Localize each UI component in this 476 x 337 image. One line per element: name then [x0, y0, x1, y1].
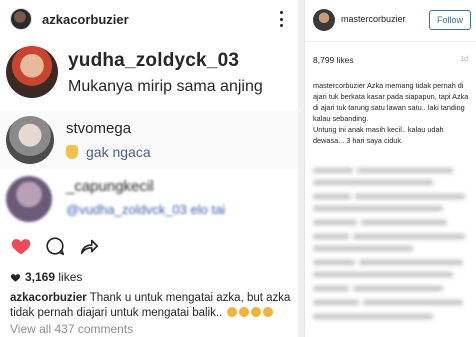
comment-text: gak ngaca: [66, 144, 151, 160]
post-image: yudha_zoldyck_03 Mukanya mirip sama anji…: [0, 38, 298, 228]
heart-icon[interactable]: [10, 235, 32, 257]
poster-avatar[interactable]: [10, 8, 32, 30]
caption-username[interactable]: azkacorbuzier: [10, 292, 87, 304]
poster-username[interactable]: mastercorbuzier: [341, 14, 406, 24]
commenter-name: stvomega: [66, 120, 132, 137]
caption-text-2: Untung ini anak masih kecil.. kalau udah…: [313, 125, 444, 145]
sidebar-header: mastercorbuzier Follow: [305, 0, 476, 42]
action-bar: [0, 232, 298, 260]
emoji-icon: [227, 307, 238, 317]
screenshot-comment-3: _capungkecil @vudha_zoldvck_03 elo tai: [0, 170, 298, 228]
comment-text: Mukanya mirip sama anjing: [68, 78, 263, 95]
commenter-name: _capungkecil: [66, 178, 154, 195]
comment-icon[interactable]: [44, 235, 66, 257]
mobile-post-panel: azkacorbuzier yudha_zoldyck_03 Mukanya m…: [0, 0, 298, 337]
post-header: azkacorbuzier: [0, 0, 298, 38]
share-icon[interactable]: [78, 235, 100, 257]
commenter-name: yudha_zoldyck_03: [68, 50, 240, 71]
post-date: 1d: [460, 56, 468, 63]
likes-count[interactable]: 3,169 likes: [10, 270, 82, 284]
pointing-hand-icon: [66, 145, 78, 159]
comment-text: @vudha_zoldvck_03 elo tai: [66, 202, 226, 217]
caption-username[interactable]: mastercorbuzier: [313, 81, 365, 90]
commenter-avatar: [6, 116, 54, 164]
screenshot-comment-1: yudha_zoldyck_03 Mukanya mirip sama anji…: [0, 38, 298, 110]
likes-number: 3,169: [25, 270, 56, 284]
follow-button[interactable]: Follow: [429, 10, 471, 30]
poster-avatar[interactable]: [313, 9, 335, 31]
blurred-comments: [305, 160, 476, 337]
commenter-avatar: [6, 176, 52, 222]
poster-username[interactable]: azkacorbuzier: [42, 12, 129, 27]
heart-small-icon: [10, 273, 21, 282]
emoji-icon: [263, 307, 274, 317]
view-all-comments-link[interactable]: View all 437 comments: [10, 322, 133, 336]
likes-count[interactable]: 8,799 likes: [313, 55, 354, 65]
comment-text-body: gak ngaca: [86, 144, 151, 160]
likes-label: likes: [58, 270, 83, 284]
kebab-menu-icon[interactable]: [274, 9, 288, 29]
screenshot-comment-2: stvomega gak ngaca: [0, 110, 298, 170]
desktop-post-sidebar: mastercorbuzier Follow 8,799 likes 1d ma…: [304, 0, 476, 337]
caption: azkacorbuzier Thank u untuk mengatai azk…: [10, 291, 295, 321]
emoji-icon: [251, 307, 262, 317]
caption: mastercorbuzier Azka memang tidak pernah…: [313, 80, 473, 146]
commenter-avatar: [6, 46, 58, 98]
emoji-icon: [239, 307, 250, 317]
